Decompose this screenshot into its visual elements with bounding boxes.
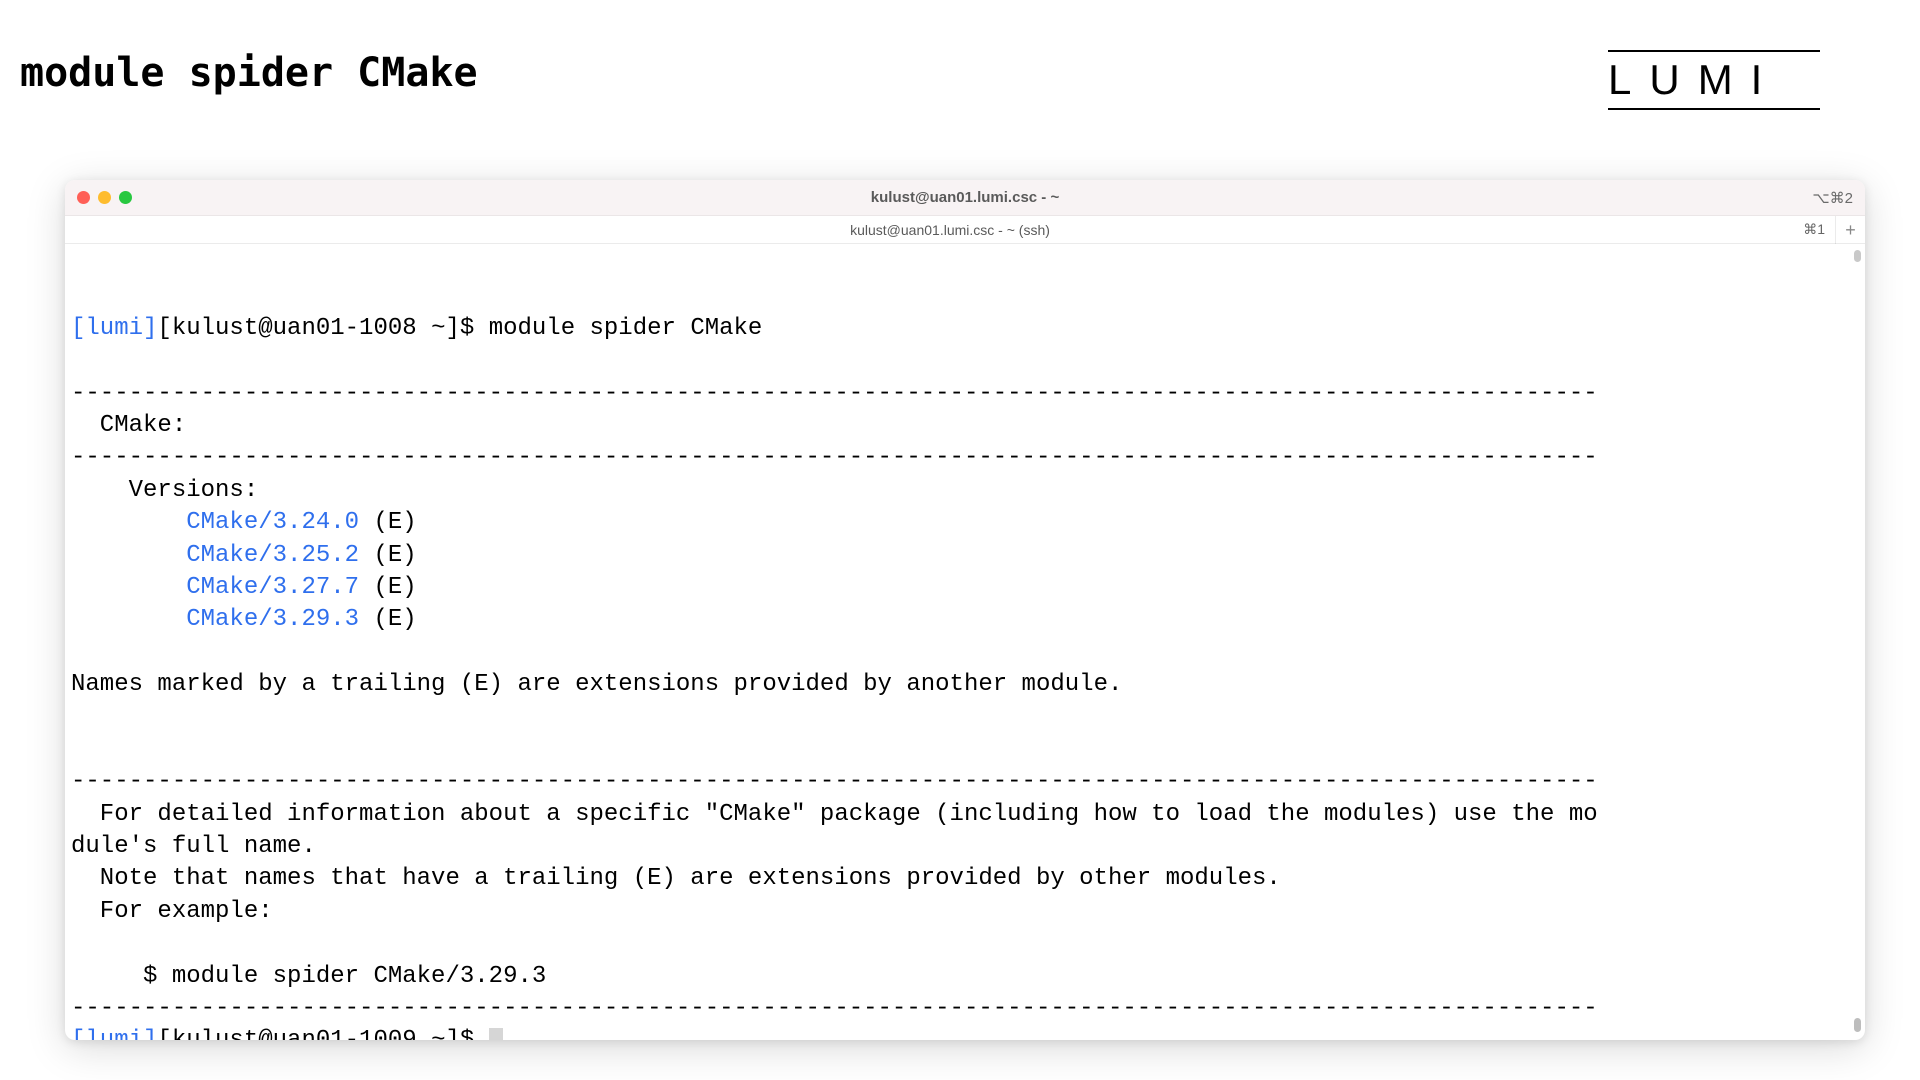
version-suffix: (E) (359, 542, 417, 569)
terminal-window: kulust@uan01.lumi.csc - ~ ⌥⌘2 kulust@uan… (65, 180, 1865, 1040)
detail-note: Note that names that have a trailing (E)… (71, 865, 1281, 892)
rule-line: ----------------------------------------… (71, 444, 1598, 471)
prompt-user: [kulust@uan01-1008 ~]$ (157, 315, 488, 342)
scrollbar-thumb-top[interactable] (1854, 250, 1861, 262)
example-command: $ module spider CMake/3.29.3 (71, 963, 546, 990)
version-suffix: (E) (359, 509, 417, 536)
versions-label: Versions: (71, 477, 258, 504)
cursor-icon (489, 1028, 503, 1040)
version-item: CMake/3.24.0 (186, 509, 359, 536)
window-titlebar: kulust@uan01.lumi.csc - ~ ⌥⌘2 (65, 180, 1865, 216)
window-title: kulust@uan01.lumi.csc - ~ (871, 189, 1059, 206)
version-item: CMake/3.29.3 (186, 606, 359, 633)
traffic-lights (77, 191, 132, 204)
tab-bar: kulust@uan01.lumi.csc - ~ (ssh) ⌘1 + (65, 216, 1865, 244)
terminal-body[interactable]: [lumi][kulust@uan01-1008 ~]$ module spid… (65, 244, 1865, 1040)
slide-title: module spider CMake (20, 50, 478, 96)
prompt-env: [lumi] (71, 1027, 157, 1040)
prompt-env: [lumi] (71, 315, 157, 342)
maximize-icon[interactable] (119, 191, 132, 204)
logo-text: LUMI (1608, 56, 1820, 104)
detail-text: dule's full name. (71, 833, 316, 860)
detail-text: For detailed information about a specifi… (71, 801, 1598, 828)
window-shortcut-hint: ⌥⌘2 (1812, 189, 1853, 207)
tab-ssh[interactable]: kulust@uan01.lumi.csc - ~ (ssh) (65, 216, 1835, 244)
command-text: module spider CMake (489, 315, 763, 342)
minimize-icon[interactable] (98, 191, 111, 204)
version-item: CMake/3.25.2 (186, 542, 359, 569)
tab-shortcut: ⌘1 (1803, 221, 1825, 238)
extensions-note: Names marked by a trailing (E) are exten… (71, 671, 1122, 698)
lumi-logo: LUMI (1608, 50, 1820, 110)
close-icon[interactable] (77, 191, 90, 204)
rule-line: ----------------------------------------… (71, 768, 1598, 795)
version-suffix: (E) (359, 606, 417, 633)
example-label: For example: (71, 898, 273, 925)
prompt-user: [kulust@uan01-1009 ~]$ (157, 1027, 488, 1040)
tab-add-button[interactable]: + (1835, 216, 1865, 244)
version-suffix: (E) (359, 574, 417, 601)
scrollbar-thumb-bottom[interactable] (1854, 1018, 1861, 1032)
module-header: CMake: (71, 412, 186, 439)
version-item: CMake/3.27.7 (186, 574, 359, 601)
rule-line: ----------------------------------------… (71, 380, 1598, 407)
rule-line: ----------------------------------------… (71, 995, 1598, 1022)
